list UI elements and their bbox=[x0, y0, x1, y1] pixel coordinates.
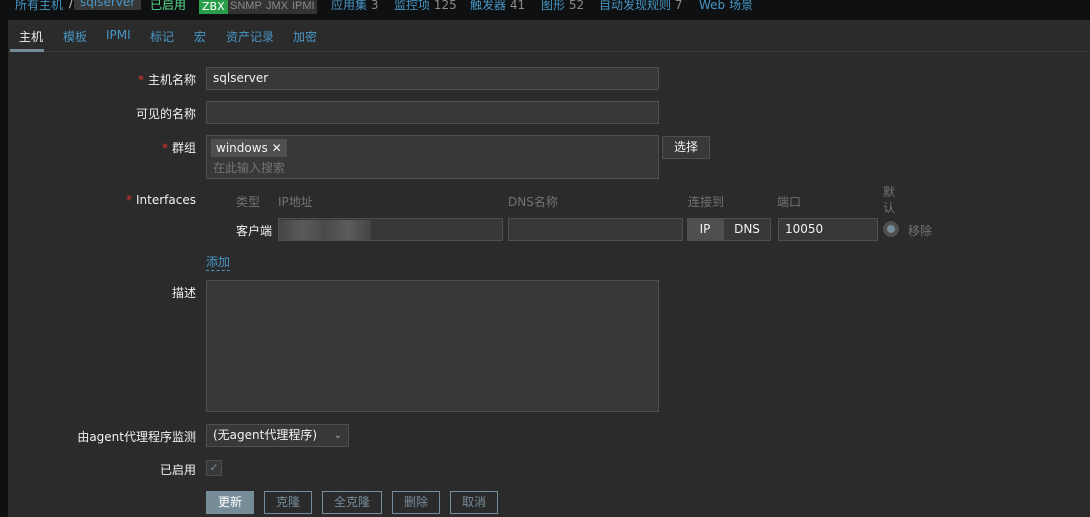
enabled-label: 已启用 bbox=[159, 463, 196, 477]
visible-name-input[interactable] bbox=[206, 101, 659, 124]
interfaces-label: * Interfaces bbox=[126, 193, 196, 207]
default-radio[interactable] bbox=[883, 221, 899, 237]
status-enabled[interactable]: 已启用 bbox=[150, 0, 186, 13]
delete-button[interactable]: 删除 bbox=[392, 491, 440, 514]
clone-button[interactable]: 克隆 bbox=[264, 491, 312, 514]
zbx-badge: ZBX bbox=[199, 0, 228, 14]
update-button[interactable]: 更新 bbox=[206, 491, 254, 514]
group-tag: windows ✕ bbox=[211, 139, 287, 157]
jmx-badge: JMX bbox=[264, 0, 290, 14]
iface-header-port: 端口 bbox=[777, 195, 802, 209]
ipmi-badge: IPMI bbox=[290, 0, 317, 14]
remove-interface-link[interactable]: 移除 bbox=[908, 222, 932, 239]
redacted-ip bbox=[279, 220, 371, 240]
enabled-checkbox[interactable]: ✓ bbox=[206, 460, 222, 476]
nav-graphs[interactable]: 图形 52 bbox=[541, 0, 584, 13]
full-clone-button[interactable]: 全克隆 bbox=[322, 491, 382, 514]
nav-triggers[interactable]: 触发器 41 bbox=[470, 0, 525, 13]
nav-items[interactable]: 监控项 125 bbox=[394, 0, 457, 13]
cancel-button[interactable]: 取消 bbox=[450, 491, 498, 514]
tab-bar: 主机 模板 IPMI 标记 宏 资产记录 加密 bbox=[8, 20, 1090, 52]
iface-type: 客户端 bbox=[236, 224, 273, 238]
snmp-badge: SNMP bbox=[228, 0, 264, 14]
breadcrumb-host[interactable]: sqlserver bbox=[74, 0, 142, 10]
chevron-down-icon: ⌄ bbox=[333, 430, 342, 441]
add-interface-link[interactable]: 添加 bbox=[206, 253, 231, 271]
breadcrumb-separator: / bbox=[69, 0, 74, 10]
description-label: 描述 bbox=[171, 286, 196, 300]
iface-header-dns: DNS名称 bbox=[508, 195, 558, 209]
host-form-panel: 主机 模板 IPMI 标记 宏 资产记录 加密 * 主机名称 sqlserver … bbox=[8, 20, 1090, 517]
tab-templates[interactable]: 模板 bbox=[63, 28, 87, 45]
active-tab-indicator bbox=[10, 49, 44, 52]
description-textarea[interactable] bbox=[206, 280, 659, 412]
connect-dns-button[interactable]: DNS bbox=[723, 218, 771, 241]
iface-header-default: 默认 bbox=[883, 185, 896, 215]
nav-discovery[interactable]: 自动发现规则 7 bbox=[599, 0, 682, 13]
iface-header-ip: IP地址 bbox=[278, 195, 313, 209]
group-search-input[interactable]: 在此输入搜索 bbox=[211, 159, 654, 177]
iface-header-connect: 连接到 bbox=[688, 195, 725, 209]
groups-label: * 群组 bbox=[161, 141, 196, 155]
nav-applications[interactable]: 应用集 3 bbox=[331, 0, 378, 13]
host-name-label: * 主机名称 bbox=[137, 73, 196, 87]
remove-tag-icon[interactable]: ✕ bbox=[272, 141, 282, 155]
connect-ip-button[interactable]: IP bbox=[687, 218, 723, 241]
iface-dns-input[interactable] bbox=[508, 218, 683, 241]
tab-encryption[interactable]: 加密 bbox=[293, 28, 317, 45]
select-groups-button[interactable]: 选择 bbox=[662, 136, 710, 159]
iface-ip-input[interactable] bbox=[278, 218, 503, 241]
tab-inventory[interactable]: 资产记录 bbox=[226, 28, 274, 45]
host-header-bar: 所有主机 / sqlserver 已启用 ZBX SNMP JMX IPMI 应… bbox=[0, 0, 1090, 16]
nav-web[interactable]: Web 场景 bbox=[699, 0, 753, 13]
host-name-input[interactable]: sqlserver bbox=[206, 67, 659, 90]
breadcrumb-all-hosts[interactable]: 所有主机 bbox=[15, 0, 63, 13]
iface-header-type: 类型 bbox=[236, 195, 261, 209]
visible-name-label: 可见的名称 bbox=[135, 107, 196, 121]
tab-host[interactable]: 主机 bbox=[19, 28, 43, 45]
tab-ipmi[interactable]: IPMI bbox=[106, 28, 131, 42]
iface-port-input[interactable]: 10050 bbox=[778, 218, 878, 241]
proxy-label: 由agent代理程序监测 bbox=[77, 430, 196, 444]
tab-macros[interactable]: 宏 bbox=[194, 28, 206, 45]
proxy-select[interactable]: (无agent代理程序) ⌄ bbox=[206, 424, 349, 447]
groups-multiselect[interactable]: windows ✕ 在此输入搜索 bbox=[206, 135, 659, 179]
tab-tags[interactable]: 标记 bbox=[150, 28, 174, 45]
